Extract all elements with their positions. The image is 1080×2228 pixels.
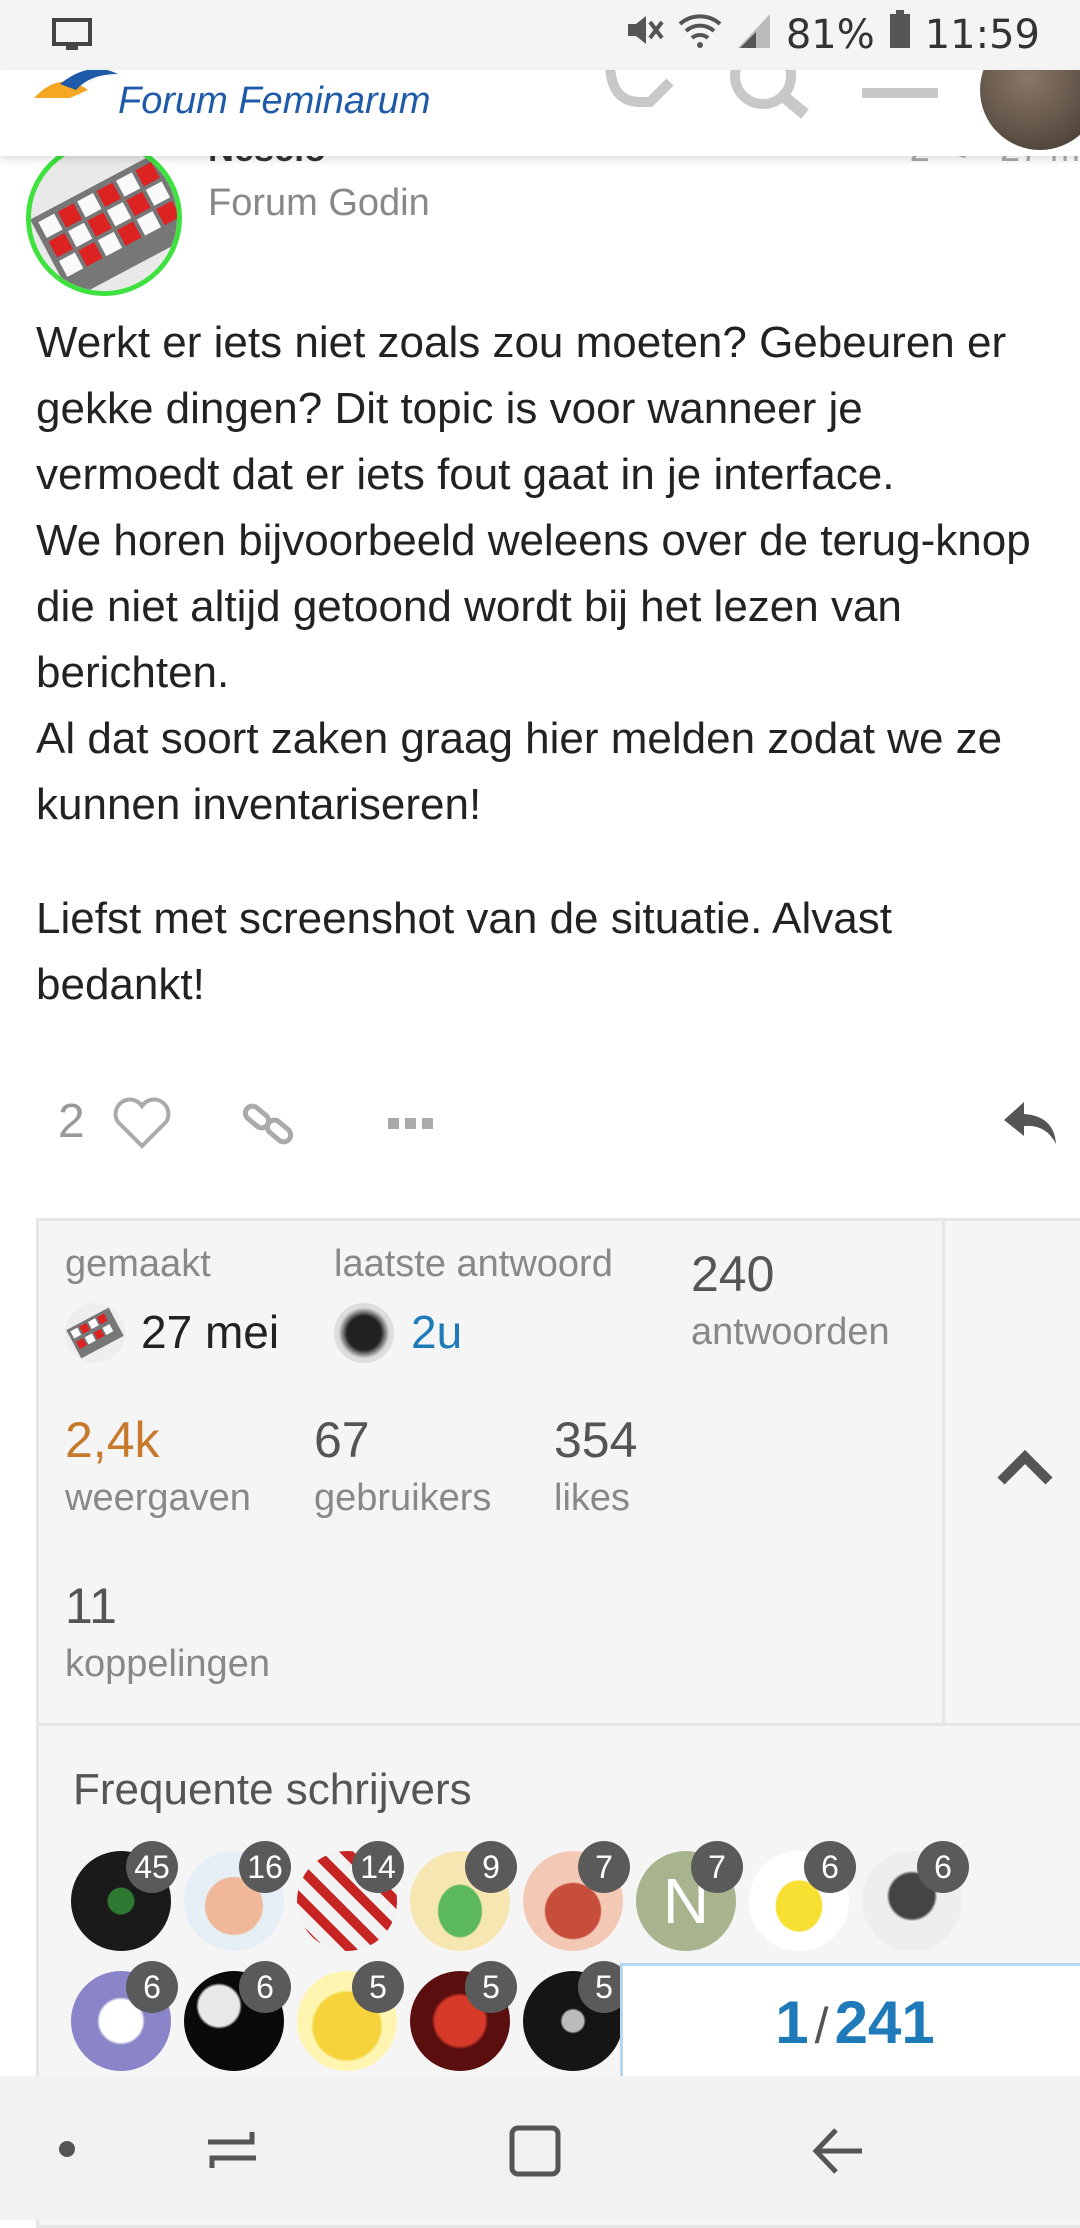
last-reply-label: laatste antwoord [334,1243,613,1285]
post-count-badge: 5 [352,1961,404,2013]
post-line: gekke dingen? Dit topic is voor wanneer … [36,384,863,433]
post-line: Al dat soort zaken graag hier melden zod… [36,714,1003,763]
notification-icon[interactable] [600,70,680,127]
battery-percent: 81% [785,12,875,58]
reply-icon[interactable] [1000,1096,1060,1155]
wifi-icon [678,10,722,60]
post-count-badge: 6 [126,1961,178,2013]
links-count: 11 [65,1578,117,1634]
likes-label: likes [554,1477,631,1519]
post-count-badge: 5 [465,1961,517,2013]
last-replier-avatar[interactable] [334,1303,394,1363]
post-count-badge: 14 [352,1841,404,1893]
battery-icon [889,10,911,60]
topic-progress[interactable]: 1/241 [620,1963,1080,2083]
heart-icon[interactable] [112,1096,172,1155]
replies-count: 240 [691,1246,775,1302]
site-title[interactable]: Forum Feminarum [118,80,431,123]
screen-cast-icon [52,18,92,57]
signal-icon [736,10,772,60]
post-line: Werkt er iets niet zoals zou moeten? Geb… [36,318,1007,367]
post-line: We horen bijvoorbeeld weleens over de te… [36,516,1031,565]
home-icon[interactable] [508,2124,562,2183]
divider [39,1723,1080,1726]
post-count-badge: 7 [578,1841,630,1893]
created-date[interactable]: 27 mei [141,1305,279,1359]
replies-label: antwoorden [691,1311,890,1353]
mute-icon [624,10,664,60]
status-bar: 81% 11:59 [0,0,1080,70]
post-count-badge: 6 [239,1961,291,2013]
more-options-icon[interactable] [388,1116,434,1135]
collapse-topic-map[interactable] [942,1221,1080,1726]
frequent-posters-title: Frequente schrijvers [73,1765,472,1814]
post-count-badge: 6 [804,1841,856,1893]
current-user-avatar[interactable] [980,70,1080,150]
post-line: Liefst met screenshot van de situatie. A… [36,894,893,943]
author-title: Forum Godin [208,182,430,224]
site-logo[interactable] [30,70,120,120]
progress-total: 241 [834,1989,935,2056]
hamburger-menu-icon[interactable] [862,80,938,115]
post-count-badge: 45 [126,1841,178,1893]
android-nav-bar [0,2076,1080,2220]
creator-avatar[interactable] [65,1303,125,1363]
views-label: weergaven [65,1477,251,1519]
views-count: 2,4k [65,1412,160,1468]
post-count-badge: 9 [465,1841,517,1893]
progress-separator: / [814,1998,829,2054]
post-line: bedankt! [36,960,205,1009]
recent-apps-icon[interactable] [206,2128,258,2177]
post-count-badge: 6 [917,1841,969,1893]
links-label: koppelingen [65,1643,270,1685]
progress-current: 1 [775,1989,809,2056]
search-icon[interactable] [725,70,815,127]
created-label: gemaakt [65,1243,211,1285]
likes-count: 354 [554,1412,638,1468]
link-icon[interactable] [240,1096,296,1157]
back-icon[interactable] [812,2126,866,2181]
post-actions: 2 [0,1080,1080,1170]
users-count: 67 [314,1412,370,1468]
post-count-badge: 16 [239,1841,291,1893]
chevron-up-icon[interactable] [997,1449,1053,1490]
post-line: kunnen inventariseren! [36,780,482,829]
post-body: Werkt er iets niet zoals zou moeten? Geb… [36,310,1080,1066]
author-avatar[interactable] [26,140,182,296]
post-count-badge: 7 [691,1841,743,1893]
nav-dot-icon[interactable] [58,2140,76,2163]
post-line: vermoedt dat er iets fout gaat in je int… [36,450,895,499]
post-paragraph: Liefst met screenshot van de situatie. A… [36,886,1080,1018]
users-label: gebruikers [314,1477,492,1519]
site-header: Forum Feminarum [0,70,1080,156]
like-count[interactable]: 2 [58,1094,85,1149]
post-line: berichten. [36,648,230,697]
last-reply-time[interactable]: 2u [411,1305,462,1359]
topic-summary: gemaakt 27 mei laatste antwoord 2u 240 a… [39,1221,942,1726]
post-line: die niet altijd getoond wordt bij het le… [36,582,902,631]
progress-text: 1/241 [623,1988,1080,2057]
post-paragraph: Werkt er iets niet zoals zou moeten? Geb… [36,310,1080,838]
clock: 11:59 [924,12,1040,58]
